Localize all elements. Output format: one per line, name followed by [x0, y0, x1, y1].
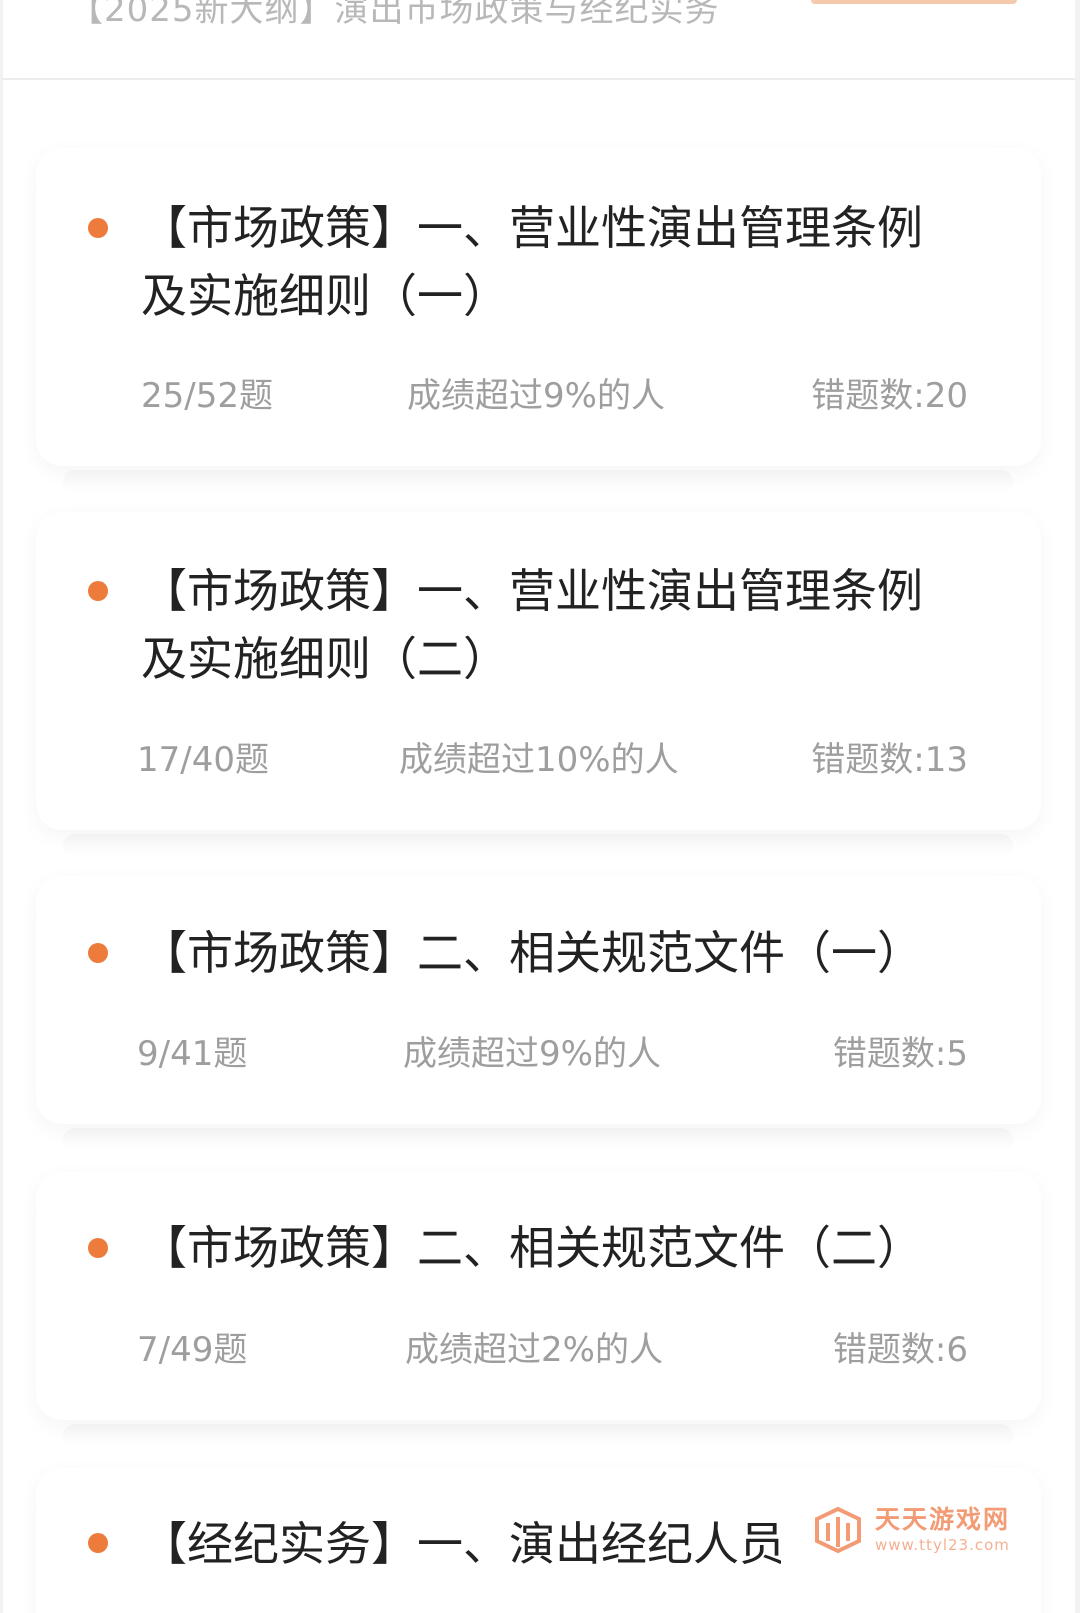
chapter-title[interactable]: 【市场政策】一、营业性演出管理条例及实施细则（一） [141, 194, 961, 330]
card-shadow [63, 1128, 1013, 1152]
chapter-card[interactable] [36, 876, 1041, 1124]
watermark-url: www.ttyl23.com [874, 1536, 1010, 1554]
chapter-title[interactable]: 【市场政策】一、营业性演出管理条例及实施细则（二） [141, 557, 961, 693]
chapter-progress: 17/40题 [137, 740, 269, 780]
chapter-title[interactable]: 【经纪实务】一、演出经纪人员 [141, 1510, 781, 1578]
watermark-name: 天天游戏网 [874, 1505, 1010, 1534]
bullet-dot-icon [88, 1238, 108, 1258]
chapter-wrong-count[interactable]: 错题数:20 [811, 368, 968, 417]
chapter-wrong-count[interactable]: 错题数:13 [811, 732, 968, 781]
chapter-rank: 成绩超过10%的人 [399, 740, 679, 780]
bullet-dot-icon [88, 943, 108, 963]
chapter-title[interactable]: 【市场政策】二、相关规范文件（二） [141, 1214, 961, 1282]
chapter-title[interactable]: 【市场政策】二、相关规范文件（一） [141, 919, 961, 987]
card-shadow [63, 834, 1013, 858]
site-watermark: 天天游戏网 www.ttyl23.com [811, 1503, 1010, 1557]
bullet-dot-icon [88, 218, 108, 238]
chapter-wrong-count[interactable]: 错题数:6 [833, 1322, 968, 1371]
chapter-progress: 25/52题 [141, 376, 273, 416]
chapter-progress: 9/41题 [137, 1034, 248, 1074]
card-shadow [63, 1424, 1013, 1448]
chapter-rank: 成绩超过2%的人 [405, 1330, 663, 1370]
chapter-card[interactable] [36, 1172, 1041, 1420]
watermark-text: 天天游戏网 www.ttyl23.com [875, 1507, 1010, 1553]
chapter-wrong-count[interactable]: 错题数:5 [833, 1026, 968, 1075]
card-shadow [63, 470, 1013, 494]
bullet-dot-icon [88, 581, 108, 601]
course-list-panel: 【2025新大纲】演出市场政策与经纪实务 【市场政策】一、营业性演出管理条例及实… [3, 0, 1075, 1613]
header-divider [3, 78, 1075, 80]
chapter-progress: 7/49题 [137, 1330, 248, 1370]
course-title: 【2025新大纲】演出市场政策与经纪实务 [69, 0, 720, 30]
chapter-rank: 成绩超过9%的人 [403, 1034, 661, 1074]
header-action-button-edge[interactable] [811, 0, 1017, 4]
watermark-logo-icon [814, 1506, 861, 1554]
bullet-dot-icon [88, 1533, 108, 1553]
chapter-rank: 成绩超过9%的人 [407, 376, 665, 416]
